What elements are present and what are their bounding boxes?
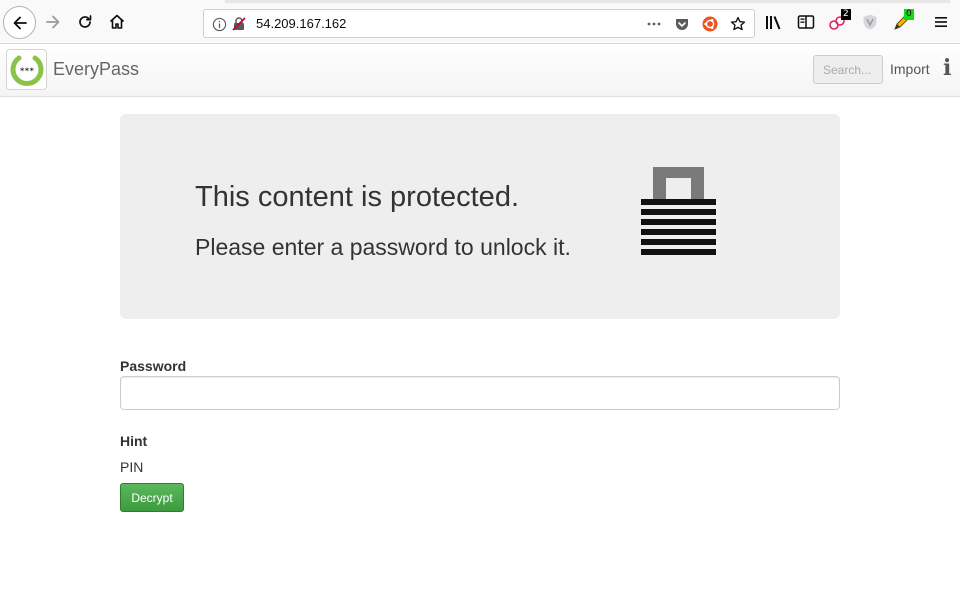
hint-label: Hint: [120, 433, 148, 449]
extension-badge-count: 2: [841, 9, 851, 20]
forward-arrow-icon: [46, 15, 60, 29]
reload-button[interactable]: [70, 7, 100, 37]
back-arrow-icon: [13, 16, 27, 29]
url-text[interactable]: 54.209.167.162: [256, 16, 346, 31]
insecure-lock-icon[interactable]: [231, 16, 247, 32]
protected-heading: This content is protected.: [195, 181, 519, 213]
protected-content-panel: This content is protected. Please enter …: [120, 114, 840, 319]
forward-button[interactable]: [38, 7, 68, 37]
import-link[interactable]: Import: [890, 61, 930, 77]
extension-pen-icon[interactable]: 0: [892, 9, 914, 32]
extension-link-icon[interactable]: 2: [828, 9, 851, 32]
decrypt-button[interactable]: Decrypt: [120, 483, 184, 512]
home-icon: [109, 14, 125, 29]
info-circle-icon[interactable]: [211, 16, 227, 32]
logo-text: ***: [19, 66, 34, 75]
info-icon[interactable]: i: [943, 55, 951, 81]
hamburger-menu-icon[interactable]: [931, 12, 951, 32]
library-icon[interactable]: [764, 12, 784, 32]
shield-icon[interactable]: [860, 12, 880, 32]
tab-strip: [225, 0, 950, 3]
hint-value: PIN: [120, 459, 144, 475]
more-dots-icon[interactable]: [646, 16, 662, 32]
home-button[interactable]: [102, 7, 132, 37]
everypass-logo[interactable]: ***: [6, 49, 47, 90]
extension-badge-count: 0: [904, 9, 914, 20]
ubuntu-icon[interactable]: [702, 16, 718, 32]
search-input[interactable]: [813, 55, 883, 84]
star-icon[interactable]: [730, 16, 746, 32]
back-button[interactable]: [3, 6, 36, 39]
browser-toolbar: 54.209.167.162 2 0: [0, 0, 960, 44]
url-bar[interactable]: 54.209.167.162: [203, 9, 755, 38]
sidebar-icon[interactable]: [796, 12, 816, 32]
password-input[interactable]: [120, 376, 840, 410]
app-navbar: *** EveryPass Import i: [0, 44, 960, 97]
password-label: Password: [120, 358, 187, 374]
brand-name[interactable]: EveryPass: [53, 59, 139, 80]
protected-subheading: Please enter a password to unlock it.: [195, 234, 571, 260]
padlock-icon: [641, 167, 716, 255]
reload-icon: [79, 15, 92, 28]
pocket-icon[interactable]: [674, 16, 690, 32]
logo-ring-icon: ***: [10, 55, 43, 86]
